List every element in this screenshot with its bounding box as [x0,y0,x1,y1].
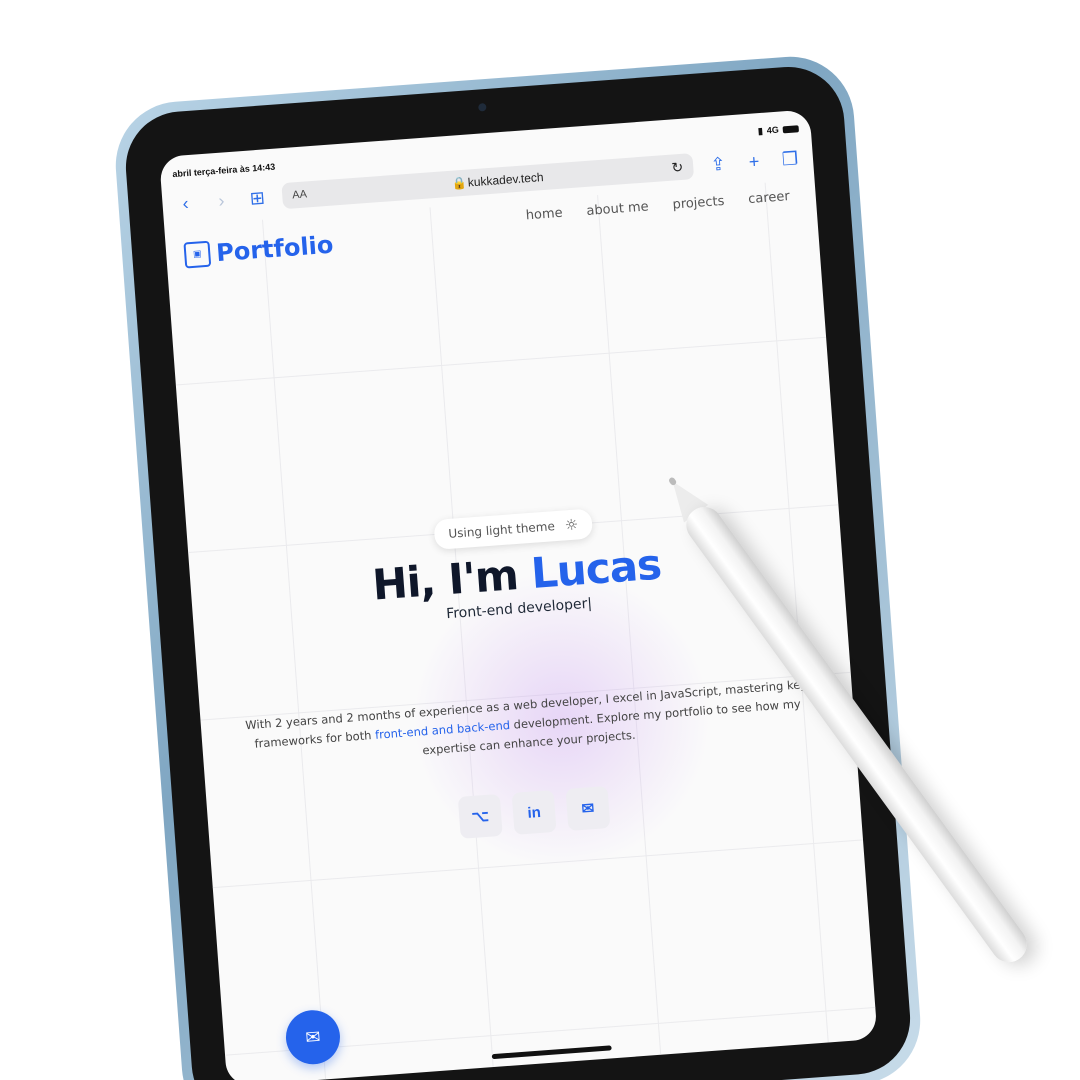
photo-stage: abril terça-feira às 14:43 ▮ 4G ‹ › ⊞ AA… [0,0,1080,1080]
logo-icon: ▣ [183,240,212,269]
hero-name: Lucas [529,539,663,598]
back-icon[interactable]: ‹ [174,192,197,215]
signal-icon: ▮ [757,125,764,136]
lock-icon: 🔒 [451,175,468,191]
forward-icon[interactable]: › [210,189,233,212]
sun-icon: ☼ [564,515,579,535]
ipad-device: abril terça-feira às 14:43 ▮ 4G ‹ › ⊞ AA… [111,52,925,1080]
github-icon[interactable]: ⌥ [457,793,503,839]
new-tab-icon[interactable]: + [742,150,765,173]
menu-item-about-me[interactable]: about me [574,193,662,226]
theme-label: Using light theme [447,519,556,541]
front-camera [478,103,487,112]
menu-item-career[interactable]: career [735,182,802,214]
menu-item-projects[interactable]: projects [660,187,738,219]
text-size-button[interactable]: AA [292,187,333,201]
hero-greeting: Hi, I'm [370,549,533,610]
device-bezel: abril terça-feira às 14:43 ▮ 4G ‹ › ⊞ AA… [121,62,915,1080]
url-value: kukkadev.tech [467,170,545,190]
status-time: abril terça-feira às 14:43 [172,161,276,180]
mail-fab-icon: ✉ [304,1026,322,1048]
battery-icon [782,124,799,133]
linkedin-icon[interactable]: in [511,789,557,835]
share-icon[interactable]: ⇪ [706,153,729,176]
status-indicators: ▮ 4G [757,123,799,137]
mail-icon[interactable]: ✉ [565,785,611,831]
menu-item-home[interactable]: home [513,199,576,230]
bookmarks-icon[interactable]: ⊞ [246,187,269,210]
network-label: 4G [766,124,780,136]
tabs-icon[interactable]: ❐ [778,148,801,171]
reload-icon[interactable]: ↻ [663,158,684,176]
